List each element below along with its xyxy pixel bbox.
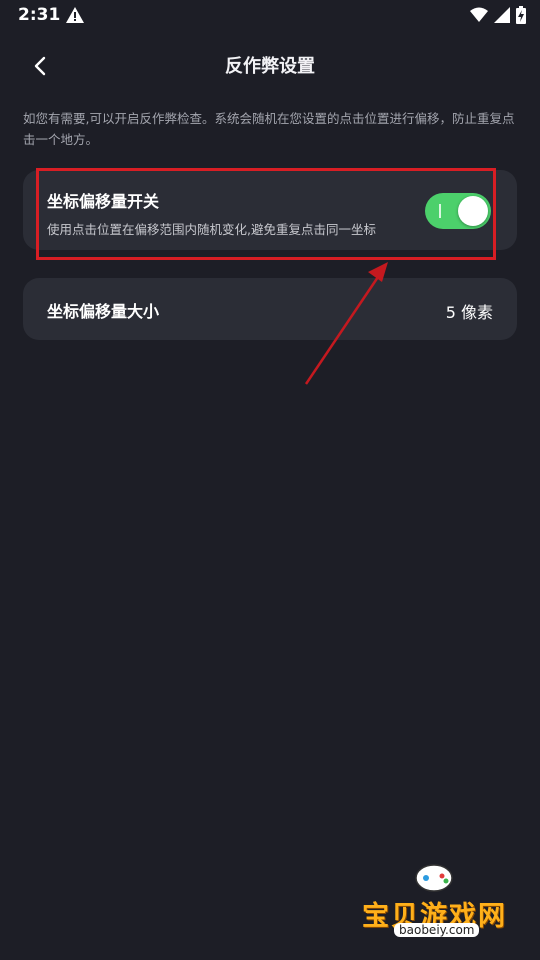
highlight-box — [36, 168, 496, 260]
top-app-bar: 反作弊设置 — [0, 40, 540, 92]
status-time: 2:31 — [18, 5, 61, 25]
watermark-url: baobeiy.com — [394, 923, 480, 937]
system-icons — [470, 6, 526, 24]
gamepad-icon — [415, 864, 453, 892]
page-title: 反作弊设置 — [225, 56, 315, 77]
description-text: 如您有需要,可以开启反作弊检查。系统会随机在您设置的点击位置进行偏移，防止重复点… — [23, 111, 515, 147]
wifi-icon — [470, 7, 488, 22]
status-bar: 2:31 — [0, 0, 540, 32]
watermark-logo: 宝贝游戏网 baobeiy.com — [360, 860, 510, 955]
battery-icon — [516, 6, 526, 24]
offset-size-value: 5 像素 — [445, 303, 493, 322]
warning-icon — [66, 7, 84, 23]
offset-size-title: 坐标偏移量大小 — [47, 302, 160, 321]
signal-icon — [494, 7, 510, 23]
offset-size-card[interactable]: 坐标偏移量大小 5 像素 — [23, 278, 517, 340]
